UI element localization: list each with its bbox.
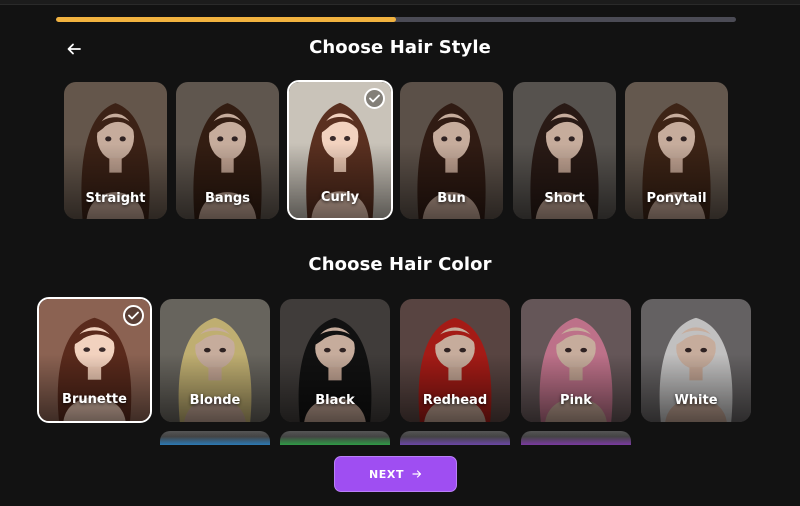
- hair-color-option-partial[interactable]: [521, 431, 631, 445]
- hair-color-label: White: [674, 393, 718, 408]
- selected-check-icon: [364, 88, 385, 109]
- card-shade: [39, 353, 150, 421]
- card-shade: [280, 354, 390, 422]
- hair-style-label: Bangs: [205, 191, 250, 206]
- hair-style-option-curly[interactable]: Curly: [287, 80, 393, 220]
- hair-color-option-partial[interactable]: [160, 431, 270, 445]
- selected-check-icon: [123, 305, 144, 326]
- hair-color-option-white[interactable]: White: [641, 299, 751, 422]
- card-shade: [625, 143, 728, 219]
- hair-style-option-straight[interactable]: Straight: [64, 82, 167, 219]
- hair-color-label: Black: [315, 393, 355, 408]
- card-shade: [64, 143, 167, 219]
- arrow-right-icon: [412, 470, 422, 478]
- hair-style-label: Bun: [437, 191, 466, 206]
- hair-color-option-partial[interactable]: [400, 431, 510, 445]
- hair-color-option-black[interactable]: Black: [280, 299, 390, 422]
- card-shade: [641, 354, 751, 422]
- progress-bar: [56, 17, 736, 22]
- hair-style-title: Choose Hair Style: [309, 37, 491, 58]
- hair-style-label: Curly: [320, 190, 360, 205]
- hair-color-label: Blonde: [189, 393, 241, 408]
- next-button[interactable]: NEXT: [334, 456, 457, 492]
- card-shade: [176, 143, 279, 219]
- card-shade: [160, 354, 270, 422]
- hair-style-option-ponytail[interactable]: Ponytail: [625, 82, 728, 219]
- hair-color-label: Redhead: [422, 393, 488, 408]
- hair-color-option-redhead[interactable]: Redhead: [400, 299, 510, 422]
- progress-bar-fill: [56, 17, 396, 22]
- hair-color-option-partial[interactable]: [280, 431, 390, 445]
- hair-style-option-bangs[interactable]: Bangs: [176, 82, 279, 219]
- card-shade: [521, 354, 631, 422]
- hair-style-option-short[interactable]: Short: [513, 82, 616, 219]
- card-shade: [400, 143, 503, 219]
- card-shade: [289, 143, 391, 218]
- card-shade: [400, 354, 510, 422]
- card-shade: [513, 143, 616, 219]
- hair-color-label: Pink: [560, 393, 592, 408]
- hair-style-option-bun[interactable]: Bun: [400, 82, 503, 219]
- hair-color-option-blonde[interactable]: Blonde: [160, 299, 270, 422]
- hair-style-label: Straight: [85, 191, 146, 206]
- hair-style-label: Short: [544, 191, 585, 206]
- window-top-border: [0, 0, 800, 5]
- hair-style-label: Ponytail: [646, 191, 707, 206]
- hair-color-title: Choose Hair Color: [308, 254, 492, 275]
- next-button-label: NEXT: [368, 467, 405, 481]
- hair-color-option-pink[interactable]: Pink: [521, 299, 631, 422]
- hair-color-option-brunette[interactable]: Brunette: [37, 297, 152, 423]
- hair-color-label: Brunette: [62, 392, 127, 407]
